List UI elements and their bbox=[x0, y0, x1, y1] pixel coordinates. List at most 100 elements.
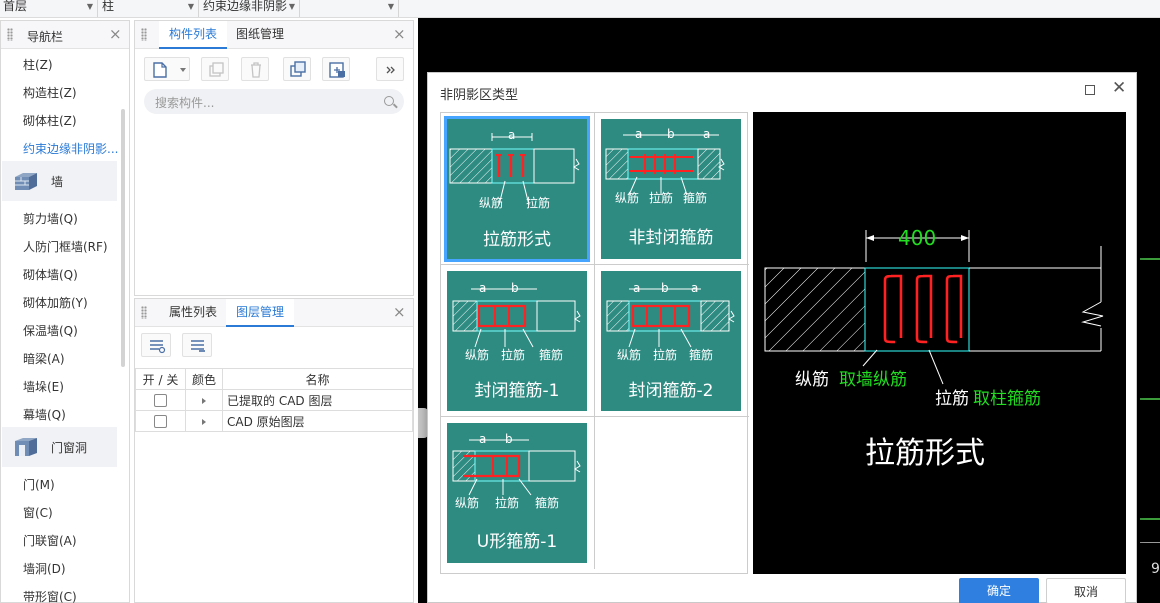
close-icon[interactable]: ✕ bbox=[1112, 78, 1126, 98]
search-icon bbox=[384, 96, 394, 106]
tab-layer-management[interactable]: 图层管理 bbox=[226, 299, 295, 327]
option-grid: a 纵筋 拉筋 拉筋形式 a b a 纵筋 拉筋 箍筋 非封闭箍筋 a b 纵筋… bbox=[440, 112, 749, 574]
option-label: U形箍筋-1 bbox=[476, 532, 558, 552]
long-bar-label: 纵筋 bbox=[615, 191, 640, 205]
nav-item-strip-window[interactable]: 带形窗(C) bbox=[23, 588, 77, 603]
option-tile[interactable]: a b 纵筋 拉筋 箍筋 U形箍筋-1 bbox=[447, 423, 587, 563]
tab-drawing-management[interactable]: 图纸管理 bbox=[226, 21, 294, 49]
door-window-icon bbox=[15, 438, 37, 456]
component-search[interactable]: 搜索构件... bbox=[144, 89, 404, 114]
app-window: { "toolbar": { "floor_value": "首层", "typ… bbox=[0, 0, 1160, 603]
caret-right-icon[interactable] bbox=[202, 419, 206, 425]
option-open-stirrup[interactable]: a b a 纵筋 拉筋 箍筋 非封闭箍筋 bbox=[595, 113, 749, 265]
option-closed-stirrup-2[interactable]: a b a 纵筋 拉筋 箍筋 封闭箍筋-2 bbox=[595, 265, 749, 417]
layer-tool-button-2[interactable] bbox=[182, 333, 212, 357]
nav-item-constructional-column[interactable]: 构造柱(Z) bbox=[23, 84, 77, 101]
tie-bar-preview-drawing bbox=[764, 230, 1104, 385]
nav-item-window[interactable]: 窗(C) bbox=[23, 504, 53, 521]
nonshadow-type-dialog: 非阴影区类型 ✕ a 纵筋 拉筋 拉筋形式 a b a 纵筋 拉筋 箍筋 非封闭… bbox=[427, 72, 1137, 603]
floor-select[interactable]: 首层 ▼ bbox=[0, 0, 98, 17]
floor-select-value: 首层 bbox=[3, 0, 28, 13]
dimension-value: 400 bbox=[898, 226, 937, 250]
drag-grip-icon[interactable] bbox=[7, 28, 13, 41]
copy-component-button[interactable] bbox=[201, 57, 229, 81]
nav-panel-header: 导航栏 × bbox=[1, 21, 129, 49]
option-label: 非封闭箍筋 bbox=[628, 228, 714, 248]
dim-a-label: a bbox=[635, 127, 643, 141]
close-icon[interactable]: × bbox=[393, 25, 406, 43]
tab-component-list[interactable]: 构件列表 bbox=[159, 21, 228, 49]
column-header-toggle: 开 / 关 bbox=[135, 368, 186, 390]
chevron-down-icon: ▼ bbox=[187, 2, 194, 11]
tie-bar-label: 拉筋 bbox=[501, 348, 526, 362]
long-bar-label: 纵筋 bbox=[455, 496, 480, 510]
nav-item-shear-wall[interactable]: 剪力墙(Q) bbox=[23, 210, 78, 227]
confirm-button[interactable]: 确定 bbox=[959, 578, 1039, 603]
cad-line bbox=[1140, 258, 1160, 260]
nav-item-boundary-nonshadow[interactable]: 约束边缘非阴影... bbox=[23, 140, 118, 157]
dialog-title: 非阴影区类型 bbox=[440, 88, 519, 103]
nav-item-civil-defense-wall[interactable]: 人防门框墙(RF) bbox=[23, 238, 108, 255]
close-icon[interactable]: × bbox=[393, 303, 406, 321]
chevron-down-icon: ▼ bbox=[288, 2, 295, 11]
nav-item-hidden-beam[interactable]: 暗梁(A) bbox=[23, 350, 65, 367]
nav-panel: 导航栏 × 柱(Z) 构造柱(Z) 砌体柱(Z) 约束边缘非阴影... 墙 剪力… bbox=[0, 20, 130, 603]
type-select[interactable]: 柱 ▼ bbox=[99, 0, 199, 17]
layer-toggle-checkbox[interactable] bbox=[154, 415, 167, 428]
layers-copy-icon bbox=[290, 61, 306, 77]
chevron-down-icon: ▼ bbox=[86, 2, 93, 11]
nav-group-opening[interactable]: 门窗洞 bbox=[2, 427, 117, 467]
stirrup-label: 箍筋 bbox=[535, 496, 560, 510]
table-row[interactable]: 已提取的 CAD 图层 bbox=[135, 389, 413, 411]
close-icon[interactable]: × bbox=[109, 25, 122, 43]
import-component-button[interactable] bbox=[322, 57, 350, 81]
option-tile[interactable]: a b a 纵筋 拉筋 箍筋 非封闭箍筋 bbox=[601, 119, 741, 259]
drag-grip-icon[interactable] bbox=[141, 28, 147, 41]
copy-to-floor-button[interactable] bbox=[283, 57, 311, 81]
maximize-icon[interactable] bbox=[1085, 85, 1095, 95]
layer-tool-button-1[interactable] bbox=[141, 333, 171, 357]
nav-item-insulation-wall[interactable]: 保温墙(Q) bbox=[23, 322, 78, 339]
nav-item-column[interactable]: 柱(Z) bbox=[23, 56, 53, 73]
subtype-select[interactable]: 约束边缘非阴影 ▼ bbox=[200, 0, 300, 17]
more-options-button[interactable] bbox=[376, 57, 404, 81]
nav-item-door[interactable]: 门(M) bbox=[23, 476, 55, 493]
nav-item-wall-hole[interactable]: 墙洞(D) bbox=[23, 560, 66, 577]
cancel-button[interactable]: 取消 bbox=[1046, 578, 1126, 603]
cad-line bbox=[1140, 542, 1160, 543]
long-bar-callout: 纵筋 bbox=[795, 370, 829, 390]
nav-scrollbar[interactable] bbox=[121, 109, 125, 367]
dim-a-label: a bbox=[703, 127, 711, 141]
nav-item-curtain-wall[interactable]: 幕墙(Q) bbox=[23, 406, 66, 423]
new-component-button[interactable] bbox=[144, 57, 190, 81]
option-label: 拉筋形式 bbox=[483, 230, 551, 250]
nav-item-door-window[interactable]: 门联窗(A) bbox=[23, 532, 77, 549]
option-tile[interactable]: a b a 纵筋 拉筋 箍筋 封闭箍筋-2 bbox=[601, 271, 741, 411]
tab-property-list[interactable]: 属性列表 bbox=[159, 299, 227, 327]
extra-select[interactable]: ▼ bbox=[301, 0, 399, 17]
dim-b-label: b bbox=[667, 127, 675, 141]
drag-grip-icon[interactable] bbox=[141, 306, 147, 319]
dim-b-label: b bbox=[511, 281, 519, 295]
nav-group-wall-label: 墙 bbox=[51, 175, 64, 189]
caret-right-icon[interactable] bbox=[202, 398, 206, 404]
option-u-stirrup-1[interactable]: a b 纵筋 拉筋 箍筋 U形箍筋-1 bbox=[441, 417, 595, 569]
table-row[interactable]: CAD 原始图层 bbox=[135, 410, 413, 432]
long-bar-note: 取墙纵筋 bbox=[839, 370, 907, 390]
layer-table-header: 开 / 关 颜色 名称 bbox=[135, 368, 413, 390]
layer-toggle-checkbox[interactable] bbox=[154, 394, 167, 407]
layer-filter-icon bbox=[191, 340, 205, 352]
option-closed-stirrup-1[interactable]: a b 纵筋 拉筋 箍筋 封闭箍筋-1 bbox=[441, 265, 595, 417]
delete-component-button[interactable] bbox=[241, 57, 269, 81]
nav-item-wall-pier[interactable]: 墙垛(E) bbox=[23, 378, 64, 395]
nav-item-masonry-rebar[interactable]: 砌体加筋(Y) bbox=[23, 294, 88, 311]
type-select-value: 柱 bbox=[102, 0, 115, 13]
option-tile-selected[interactable]: a 纵筋 拉筋 拉筋形式 bbox=[444, 116, 590, 262]
nav-item-masonry-column[interactable]: 砌体柱(Z) bbox=[23, 112, 77, 129]
nav-group-wall[interactable]: 墙 bbox=[2, 161, 117, 201]
nav-item-masonry-wall[interactable]: 砌体墙(Q) bbox=[23, 266, 78, 283]
option-tie-bar[interactable]: a 纵筋 拉筋 拉筋形式 bbox=[441, 113, 595, 265]
layer-list-icon bbox=[150, 340, 166, 354]
option-label: 封闭箍筋-1 bbox=[474, 381, 560, 401]
option-tile[interactable]: a b 纵筋 拉筋 箍筋 封闭箍筋-1 bbox=[447, 271, 587, 411]
